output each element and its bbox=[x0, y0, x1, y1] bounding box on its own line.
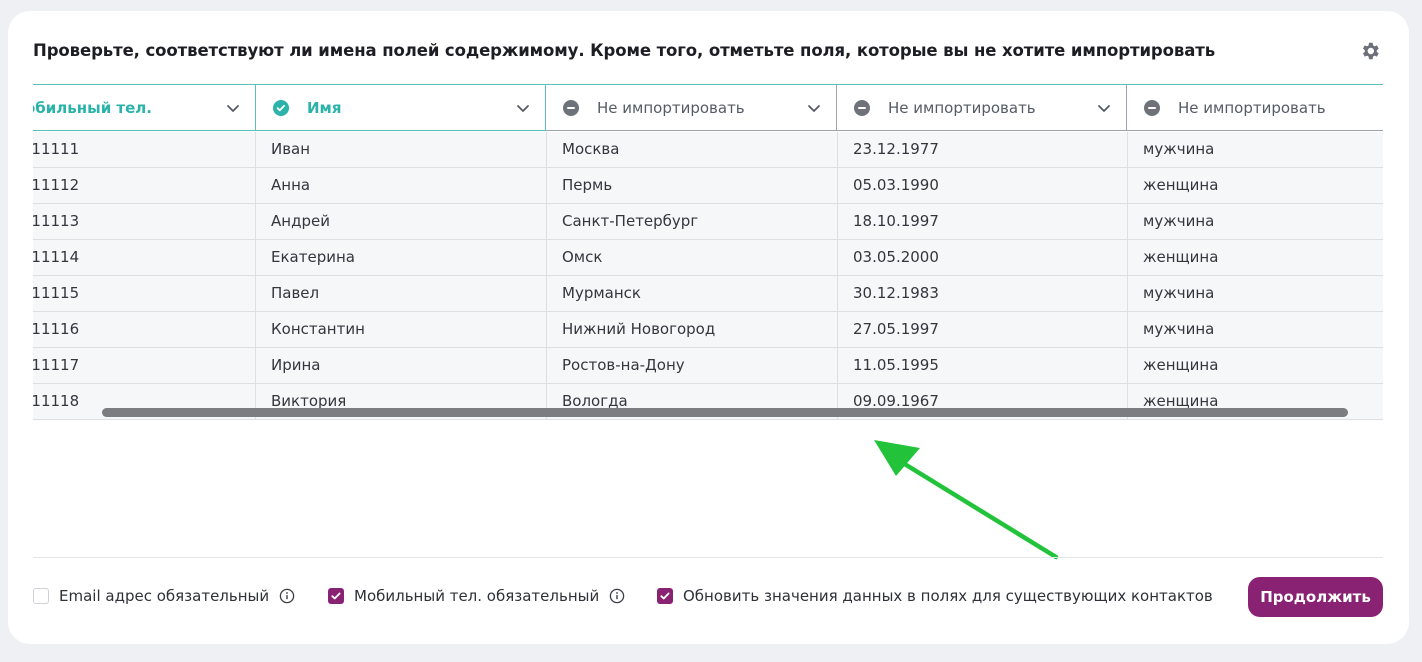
table-row: I11116 Константин Нижний Новогород 27.05… bbox=[33, 312, 1383, 348]
option-label: Обновить значения данных в полях для сущ… bbox=[683, 587, 1213, 605]
column-header-label: Не импортировать bbox=[1178, 98, 1326, 117]
mobile-required-checkbox[interactable] bbox=[328, 588, 344, 604]
gear-icon[interactable] bbox=[1359, 40, 1381, 62]
minus-circle-icon bbox=[854, 99, 870, 116]
table-row: I11113 Андрей Санкт-Петербург 18.10.1997… bbox=[33, 204, 1383, 240]
minus-circle-icon bbox=[1144, 99, 1160, 116]
table-row: I11112 Анна Пермь 05.03.1990 женщина bbox=[33, 168, 1383, 204]
option-label: Мобильный тел. обязательный bbox=[354, 587, 600, 605]
check-icon bbox=[331, 592, 341, 600]
table-row: I11117 Ирина Ростов-на-Дону 11.05.1995 ж… bbox=[33, 348, 1383, 384]
column-header-label: Не импортировать bbox=[888, 98, 1036, 117]
cell-date: 27.05.1997 bbox=[837, 312, 1127, 347]
option-email-required[interactable]: Email адрес обязательный bbox=[33, 587, 295, 605]
cell-mobile: I11115 bbox=[33, 284, 80, 302]
column-header-skip-1[interactable]: Не импортировать bbox=[546, 85, 837, 131]
table-row: I11114 Екатерина Омск 03.05.2000 женщина bbox=[33, 240, 1383, 276]
cell-gender: женщина bbox=[1127, 348, 1383, 383]
column-header-skip-3[interactable]: Не импортировать bbox=[1127, 85, 1383, 131]
cell-gender: женщина bbox=[1127, 168, 1383, 203]
cell-name: Андрей bbox=[255, 204, 546, 239]
column-header-label: Имя bbox=[307, 98, 342, 117]
cell-gender: мужчина bbox=[1127, 276, 1383, 311]
horizontal-scrollbar[interactable] bbox=[102, 408, 1348, 417]
cell-date: 11.05.1995 bbox=[837, 348, 1127, 383]
cell-city: Мурманск bbox=[546, 276, 837, 311]
cell-city: Санкт-Петербург bbox=[546, 204, 837, 239]
cell-gender: мужчина bbox=[1127, 312, 1383, 347]
info-icon[interactable] bbox=[609, 588, 625, 604]
table-row: I11111 Иван Москва 23.12.1977 мужчина bbox=[33, 132, 1383, 168]
annotation-arrow-icon bbox=[874, 440, 1059, 560]
option-update-existing[interactable]: Обновить значения данных в полях для сущ… bbox=[657, 587, 1213, 605]
chevron-down-icon[interactable] bbox=[225, 100, 241, 116]
chevron-down-icon[interactable] bbox=[1096, 100, 1112, 116]
cell-city: Пермь bbox=[546, 168, 837, 203]
cell-mobile: I11117 bbox=[33, 356, 80, 374]
cell-date: 30.12.1983 bbox=[837, 276, 1127, 311]
option-label: Email адрес обязательный bbox=[59, 587, 270, 605]
cell-date: 23.12.1977 bbox=[837, 132, 1127, 167]
cell-name: Анна bbox=[255, 168, 546, 203]
import-mapping-card: Проверьте, соответствуют ли имена полей … bbox=[8, 11, 1409, 644]
column-header-skip-2[interactable]: Не импортировать bbox=[837, 85, 1127, 131]
cell-city: Москва bbox=[546, 132, 837, 167]
cell-city: Ростов-на-Дону bbox=[546, 348, 837, 383]
cell-gender: мужчина bbox=[1127, 204, 1383, 239]
cell-city: Нижний Новогород bbox=[546, 312, 837, 347]
update-existing-checkbox[interactable] bbox=[657, 588, 673, 604]
cell-name: Екатерина bbox=[255, 240, 546, 275]
check-circle-icon bbox=[273, 99, 289, 116]
cell-mobile: I11112 bbox=[33, 176, 80, 194]
option-mobile-required[interactable]: Мобильный тел. обязательный bbox=[328, 587, 625, 605]
preview-table: обильный тел. Имя Не импортировать Не им… bbox=[33, 84, 1383, 422]
column-header-name[interactable]: Имя bbox=[255, 85, 546, 131]
cell-mobile: I11116 bbox=[33, 320, 80, 338]
cell-name: Павел bbox=[255, 276, 546, 311]
cell-name: Иван bbox=[255, 132, 546, 167]
column-header-label: Не импортировать bbox=[597, 98, 745, 117]
continue-button[interactable]: Продолжить bbox=[1248, 577, 1383, 617]
table-body: I11111 Иван Москва 23.12.1977 мужчина I1… bbox=[33, 132, 1383, 420]
cell-name: Ирина bbox=[255, 348, 546, 383]
table-row: I11115 Павел Мурманск 30.12.1983 мужчина bbox=[33, 276, 1383, 312]
check-icon bbox=[660, 592, 670, 600]
cell-name: Константин bbox=[255, 312, 546, 347]
info-icon[interactable] bbox=[279, 588, 295, 604]
cell-gender: женщина bbox=[1127, 240, 1383, 275]
email-required-checkbox[interactable] bbox=[33, 588, 49, 604]
chevron-down-icon[interactable] bbox=[806, 100, 822, 116]
cell-mobile: I11113 bbox=[33, 212, 80, 230]
column-header-label: обильный тел. bbox=[33, 98, 152, 117]
cell-city: Омск bbox=[546, 240, 837, 275]
cell-date: 05.03.1990 bbox=[837, 168, 1127, 203]
chevron-down-icon[interactable] bbox=[515, 100, 531, 116]
cell-mobile: I11111 bbox=[33, 140, 80, 158]
page-title: Проверьте, соответствуют ли имена полей … bbox=[33, 41, 1216, 60]
footer-divider bbox=[33, 557, 1383, 558]
cell-date: 03.05.2000 bbox=[837, 240, 1127, 275]
footer-options: Email адрес обязательный Мобильный тел. … bbox=[33, 577, 1383, 617]
minus-circle-icon bbox=[563, 99, 579, 116]
cell-date: 18.10.1997 bbox=[837, 204, 1127, 239]
cell-mobile: I11114 bbox=[33, 248, 80, 266]
cell-gender: мужчина bbox=[1127, 132, 1383, 167]
column-header-mobile[interactable]: обильный тел. bbox=[33, 85, 255, 131]
